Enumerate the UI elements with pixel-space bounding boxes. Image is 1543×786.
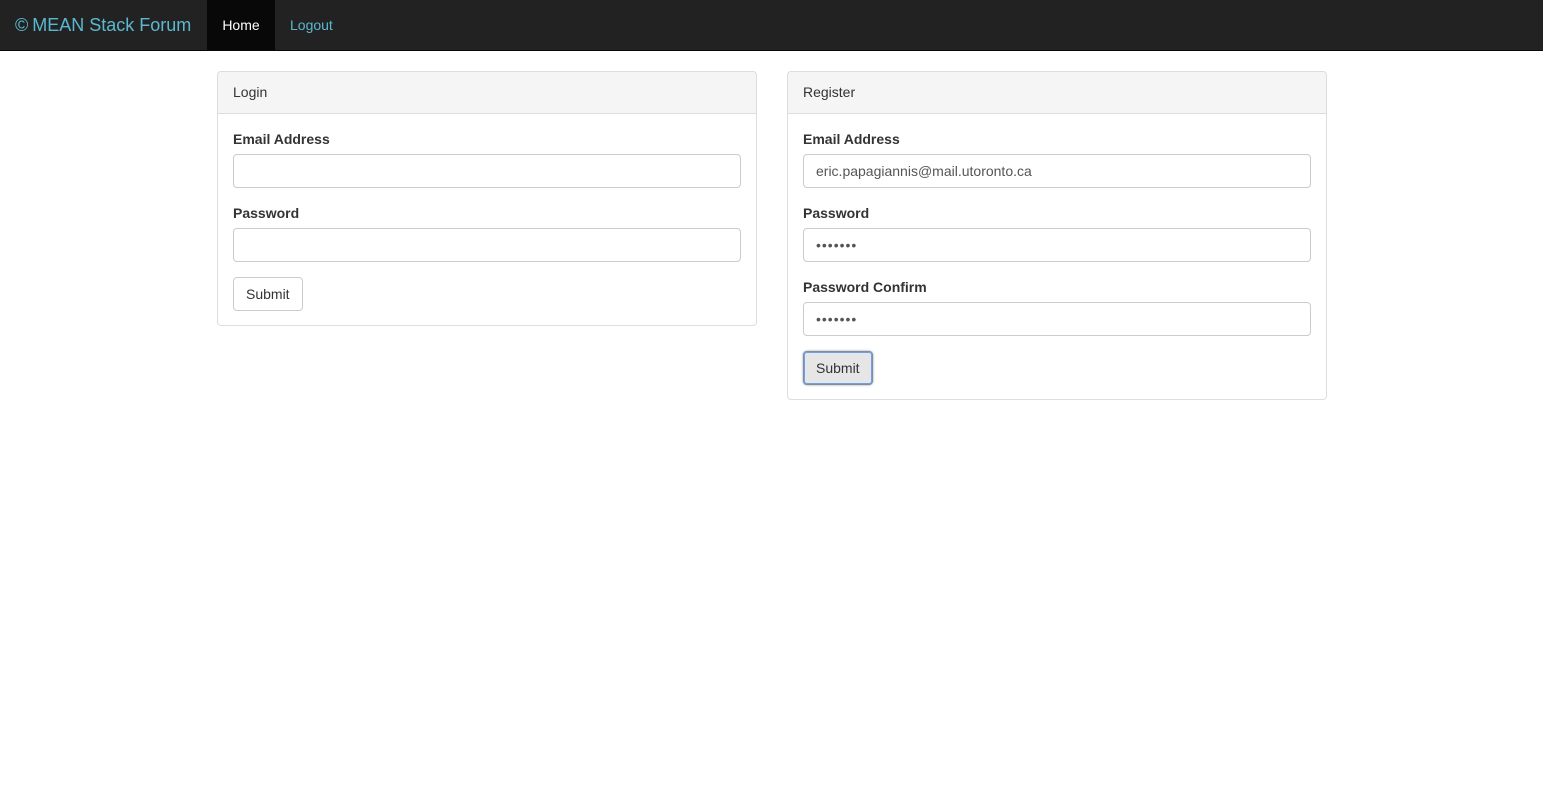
login-password-input[interactable] (233, 228, 741, 262)
register-email-group: Email Address eric.papagiannis@mail.utor… (803, 129, 1311, 188)
login-panel: Login Email Address Password Submit (217, 71, 757, 326)
register-password-confirm-label: Password Confirm (803, 279, 927, 295)
login-email-input[interactable] (233, 154, 741, 188)
register-password-input[interactable]: ••••••• (803, 228, 1311, 262)
login-form: Email Address Password Submit (218, 114, 756, 326)
login-panel-title: Login (218, 72, 756, 114)
login-submit-button[interactable]: Submit (233, 277, 303, 311)
nav-logout-link[interactable]: Logout (275, 0, 347, 50)
copyright-icon: © (15, 15, 29, 35)
nav-home-link[interactable]: Home (207, 0, 275, 50)
brand-label: MEAN Stack Forum (32, 15, 192, 35)
register-email-label: Email Address (803, 131, 900, 147)
login-email-group: Email Address (233, 129, 741, 188)
register-email-input[interactable]: eric.papagiannis@mail.utoronto.ca (803, 154, 1311, 188)
register-password-confirm-input[interactable]: ••••••• (803, 302, 1311, 336)
login-password-label: Password (233, 205, 300, 221)
brand-link[interactable]: © MEAN Stack Forum (15, 0, 191, 50)
register-form: Email Address eric.papagiannis@mail.utor… (788, 114, 1326, 400)
register-panel: Register Email Address eric.papagiannis@… (787, 71, 1327, 400)
register-panel-title: Register (788, 72, 1326, 114)
register-password-confirm-group: Password Confirm ••••••• (803, 277, 1311, 336)
login-email-label: Email Address (233, 131, 330, 147)
register-submit-button[interactable]: Submit (803, 351, 873, 385)
top-navbar: © MEAN Stack Forum Home Logout (0, 0, 1543, 51)
login-password-group: Password (233, 203, 741, 262)
register-password-label: Password (803, 205, 870, 221)
register-password-group: Password ••••••• (803, 203, 1311, 262)
